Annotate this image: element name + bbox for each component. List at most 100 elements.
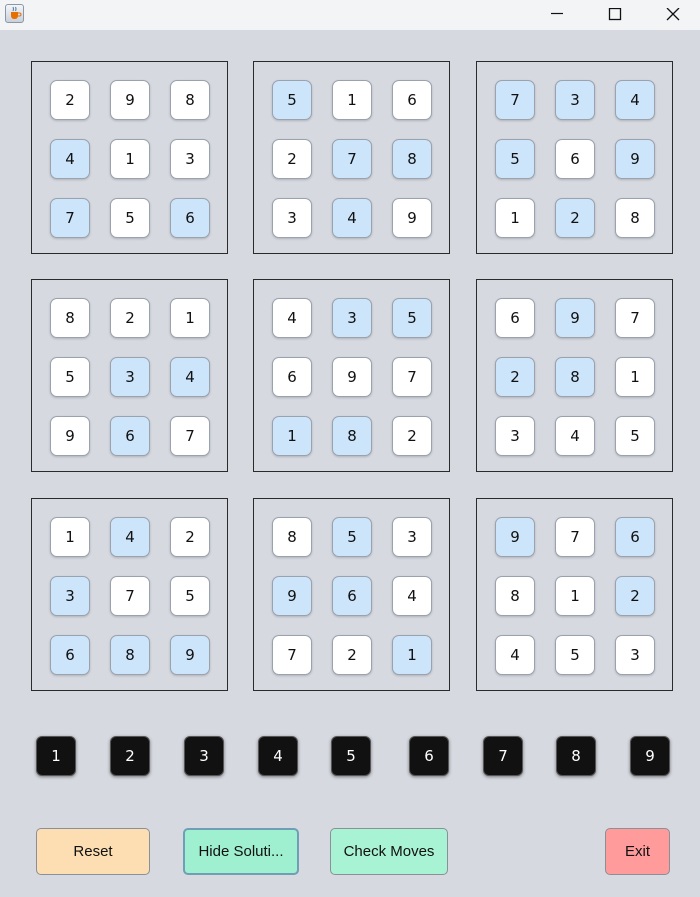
sudoku-cell[interactable]: 2: [272, 139, 312, 179]
check-moves-button[interactable]: Check Moves: [330, 828, 448, 875]
sudoku-cell[interactable]: 3: [332, 298, 372, 338]
sudoku-cell[interactable]: 6: [615, 517, 655, 557]
sudoku-cell[interactable]: 6: [495, 298, 535, 338]
sudoku-cell[interactable]: 1: [272, 416, 312, 456]
sudoku-cell[interactable]: 9: [615, 139, 655, 179]
sudoku-cell[interactable]: 4: [110, 517, 150, 557]
sudoku-cell[interactable]: 1: [332, 80, 372, 120]
sudoku-cell[interactable]: 3: [110, 357, 150, 397]
sudoku-cell[interactable]: 6: [332, 576, 372, 616]
sudoku-cell[interactable]: 9: [332, 357, 372, 397]
sudoku-cell[interactable]: 4: [615, 80, 655, 120]
number-key-1[interactable]: 1: [36, 736, 76, 776]
sudoku-cell[interactable]: 9: [495, 517, 535, 557]
sudoku-cell[interactable]: 2: [332, 635, 372, 675]
reset-button[interactable]: Reset: [36, 828, 150, 875]
sudoku-cell[interactable]: 1: [555, 576, 595, 616]
sudoku-cell[interactable]: 2: [495, 357, 535, 397]
sudoku-cell[interactable]: 9: [392, 198, 432, 238]
sudoku-cell[interactable]: 5: [555, 635, 595, 675]
sudoku-box: 976 812 453: [476, 498, 673, 691]
sudoku-cell[interactable]: 2: [170, 517, 210, 557]
sudoku-cell[interactable]: 7: [170, 416, 210, 456]
sudoku-cell[interactable]: 7: [50, 198, 90, 238]
sudoku-cell[interactable]: 5: [272, 80, 312, 120]
sudoku-cell[interactable]: 6: [392, 80, 432, 120]
sudoku-cell[interactable]: 4: [170, 357, 210, 397]
sudoku-cell[interactable]: 2: [110, 298, 150, 338]
sudoku-cell[interactable]: 8: [50, 298, 90, 338]
sudoku-cell[interactable]: 2: [392, 416, 432, 456]
exit-button[interactable]: Exit: [605, 828, 670, 875]
sudoku-cell[interactable]: 1: [50, 517, 90, 557]
sudoku-cell[interactable]: 2: [50, 80, 90, 120]
sudoku-cell[interactable]: 2: [555, 198, 595, 238]
number-key-6[interactable]: 6: [409, 736, 449, 776]
title-bar: [0, 0, 700, 30]
minimize-button[interactable]: [528, 0, 586, 30]
sudoku-cell[interactable]: 3: [495, 416, 535, 456]
number-key-2[interactable]: 2: [110, 736, 150, 776]
sudoku-cell[interactable]: 5: [615, 416, 655, 456]
sudoku-cell[interactable]: 5: [50, 357, 90, 397]
sudoku-cell[interactable]: 7: [555, 517, 595, 557]
sudoku-cell[interactable]: 4: [555, 416, 595, 456]
sudoku-cell[interactable]: 4: [50, 139, 90, 179]
sudoku-cell[interactable]: 7: [272, 635, 312, 675]
sudoku-cell[interactable]: 9: [170, 635, 210, 675]
sudoku-cell[interactable]: 7: [110, 576, 150, 616]
sudoku-cell[interactable]: 7: [332, 139, 372, 179]
sudoku-cell[interactable]: 7: [495, 80, 535, 120]
sudoku-cell[interactable]: 3: [615, 635, 655, 675]
sudoku-cell[interactable]: 1: [392, 635, 432, 675]
sudoku-cell[interactable]: 6: [110, 416, 150, 456]
number-key-7[interactable]: 7: [483, 736, 523, 776]
sudoku-cell[interactable]: 8: [555, 357, 595, 397]
sudoku-cell[interactable]: 5: [392, 298, 432, 338]
sudoku-cell[interactable]: 3: [555, 80, 595, 120]
sudoku-cell[interactable]: 6: [170, 198, 210, 238]
sudoku-cell[interactable]: 4: [272, 298, 312, 338]
close-button[interactable]: [644, 0, 700, 30]
sudoku-cell[interactable]: 8: [170, 80, 210, 120]
sudoku-cell[interactable]: 9: [50, 416, 90, 456]
sudoku-cell[interactable]: 7: [615, 298, 655, 338]
sudoku-cell[interactable]: 8: [495, 576, 535, 616]
sudoku-cell[interactable]: 9: [272, 576, 312, 616]
sudoku-cell[interactable]: 4: [392, 576, 432, 616]
sudoku-cell[interactable]: 5: [495, 139, 535, 179]
sudoku-cell[interactable]: 8: [110, 635, 150, 675]
sudoku-cell[interactable]: 6: [272, 357, 312, 397]
sudoku-cell[interactable]: 5: [170, 576, 210, 616]
sudoku-cell[interactable]: 2: [615, 576, 655, 616]
sudoku-cell[interactable]: 3: [50, 576, 90, 616]
sudoku-cell[interactable]: 1: [110, 139, 150, 179]
sudoku-cell[interactable]: 1: [615, 357, 655, 397]
sudoku-cell[interactable]: 6: [50, 635, 90, 675]
sudoku-cell[interactable]: 9: [110, 80, 150, 120]
sudoku-cell[interactable]: 9: [555, 298, 595, 338]
sudoku-cell[interactable]: 4: [332, 198, 372, 238]
close-icon: [666, 8, 680, 21]
sudoku-cell[interactable]: 6: [555, 139, 595, 179]
sudoku-cell[interactable]: 5: [110, 198, 150, 238]
maximize-button[interactable]: [586, 0, 644, 30]
sudoku-cell[interactable]: 3: [170, 139, 210, 179]
sudoku-cell[interactable]: 3: [392, 517, 432, 557]
number-key-8[interactable]: 8: [556, 736, 596, 776]
number-key-5[interactable]: 5: [331, 736, 371, 776]
sudoku-cell[interactable]: 1: [170, 298, 210, 338]
sudoku-cell[interactable]: 7: [392, 357, 432, 397]
sudoku-cell[interactable]: 8: [392, 139, 432, 179]
sudoku-cell[interactable]: 8: [615, 198, 655, 238]
number-key-3[interactable]: 3: [184, 736, 224, 776]
sudoku-cell[interactable]: 8: [272, 517, 312, 557]
number-key-4[interactable]: 4: [258, 736, 298, 776]
sudoku-cell[interactable]: 3: [272, 198, 312, 238]
number-key-9[interactable]: 9: [630, 736, 670, 776]
sudoku-cell[interactable]: 5: [332, 517, 372, 557]
sudoku-cell[interactable]: 4: [495, 635, 535, 675]
sudoku-cell[interactable]: 8: [332, 416, 372, 456]
hide-solution-button[interactable]: Hide Soluti...: [183, 828, 299, 875]
sudoku-cell[interactable]: 1: [495, 198, 535, 238]
